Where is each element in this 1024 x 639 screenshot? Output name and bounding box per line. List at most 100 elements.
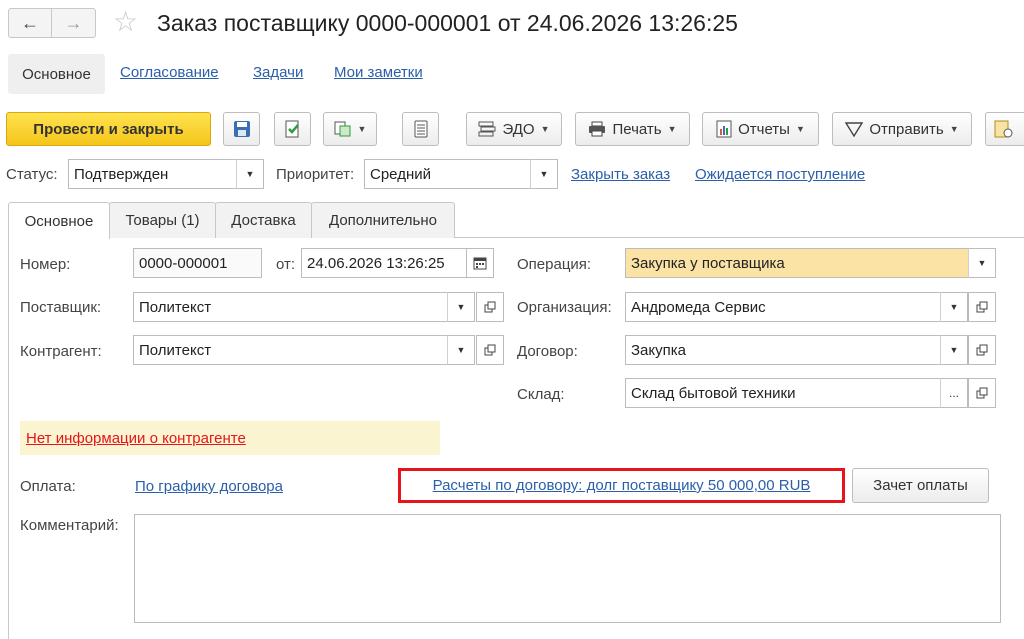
create-based-on-icon — [334, 121, 351, 137]
send-icon — [845, 122, 864, 137]
payment-schedule-link[interactable]: По графику договора — [135, 478, 283, 495]
priority-label: Приоритет: — [276, 166, 355, 183]
back-button[interactable]: ← — [8, 8, 52, 38]
tab-main[interactable]: Основное — [8, 202, 110, 239]
organization-open-button[interactable] — [968, 292, 996, 322]
organization-label: Организация: — [517, 299, 612, 316]
save-icon — [233, 121, 250, 137]
chevron-down-icon: ▼ — [949, 345, 959, 355]
priority-field[interactable]: Средний — [364, 159, 532, 189]
warehouse-field[interactable]: Склад бытовой техники — [625, 378, 942, 408]
chevron-down-icon: ▼ — [949, 124, 959, 134]
post-button[interactable] — [274, 112, 311, 146]
chevron-down-icon: ▼ — [977, 258, 987, 268]
forward-button[interactable]: → — [52, 8, 96, 38]
supplier-label: Поставщик: — [20, 299, 102, 316]
operation-dropdown-button[interactable]: ▼ — [968, 248, 996, 278]
tab-delivery[interactable]: Доставка — [215, 202, 312, 238]
settlements-link[interactable]: Расчеты по договору: долг поставщику 50 … — [433, 477, 811, 494]
ellipsis-icon: ... — [948, 386, 959, 400]
attachments-icon — [994, 120, 1013, 138]
supplier-field[interactable]: Политекст — [133, 292, 449, 322]
printer-icon — [589, 121, 606, 137]
tab-additional[interactable]: Дополнительно — [311, 202, 455, 238]
date-field[interactable]: 24.06.2026 13:26:25 — [301, 248, 467, 278]
warehouse-select-button[interactable]: ... — [940, 378, 968, 408]
chevron-down-icon: ▼ — [357, 124, 367, 134]
organization-dropdown-button[interactable]: ▼ — [940, 292, 968, 322]
counterparty-warning: Нет информации о контрагенте — [20, 421, 440, 455]
section-link-approval[interactable]: Согласование — [120, 64, 219, 81]
payment-offset-button[interactable]: Зачет оплаты — [852, 468, 989, 503]
print-button[interactable]: Печать ▼ — [575, 112, 690, 146]
edo-icon — [478, 121, 496, 137]
open-icon — [976, 387, 988, 399]
create-based-on-button[interactable]: ▼ — [323, 112, 377, 146]
status-dropdown-button[interactable]: ▼ — [236, 159, 264, 189]
contract-label: Договор: — [517, 343, 578, 360]
chevron-down-icon: ▼ — [245, 169, 255, 179]
comment-textarea[interactable] — [134, 514, 1001, 623]
number-label: Номер: — [20, 256, 71, 273]
payment-label: Оплата: — [20, 478, 76, 495]
no-counterparty-info-link[interactable]: Нет информации о контрагенте — [26, 430, 246, 447]
organization-field[interactable]: Андромеда Сервис — [625, 292, 942, 322]
comment-label: Комментарий: — [20, 517, 119, 534]
post-and-close-button[interactable]: Провести и закрыть — [6, 112, 211, 146]
settlements-highlight: Расчеты по договору: долг поставщику 50 … — [398, 468, 845, 503]
edo-button[interactable]: ЭДО ▼ — [466, 112, 562, 146]
save-button[interactable] — [223, 112, 260, 146]
open-icon — [484, 301, 496, 313]
counterparty-field[interactable]: Политекст — [133, 335, 449, 365]
open-icon — [484, 344, 496, 356]
print-label: Печать — [612, 120, 662, 138]
status-label: Статус: — [6, 166, 58, 183]
calendar-icon — [473, 257, 487, 270]
contract-open-button[interactable] — [968, 335, 996, 365]
awaiting-receipt-link[interactable]: Ожидается поступление — [695, 166, 865, 183]
priority-dropdown-button[interactable]: ▼ — [530, 159, 558, 189]
supplier-dropdown-button[interactable]: ▼ — [447, 292, 475, 322]
contract-field[interactable]: Закупка — [625, 335, 942, 365]
structure-button[interactable] — [402, 112, 439, 146]
status-field[interactable]: Подтвержден — [68, 159, 238, 189]
section-link-notes[interactable]: Мои заметки — [334, 64, 423, 81]
post-document-icon — [285, 120, 299, 138]
page-title: Заказ поставщику 0000-000001 от 24.06.20… — [157, 10, 738, 36]
open-icon — [976, 301, 988, 313]
send-button[interactable]: Отправить ▼ — [832, 112, 972, 146]
arrow-right-icon: → — [64, 12, 83, 33]
date-label: от: — [276, 256, 296, 273]
star-icon[interactable]: ☆ — [113, 6, 138, 38]
reports-icon — [716, 120, 732, 138]
contract-dropdown-button[interactable]: ▼ — [940, 335, 968, 365]
section-main[interactable]: Основное — [8, 54, 105, 94]
attachments-button[interactable] — [985, 112, 1024, 146]
chevron-down-icon: ▼ — [667, 124, 677, 134]
send-label: Отправить — [869, 120, 944, 138]
warehouse-open-button[interactable] — [968, 378, 996, 408]
document-list-icon — [414, 120, 427, 138]
arrow-left-icon: ← — [21, 12, 39, 33]
chevron-down-icon: ▼ — [540, 124, 550, 134]
counterparty-dropdown-button[interactable]: ▼ — [447, 335, 475, 365]
chevron-down-icon: ▼ — [456, 302, 466, 312]
chevron-down-icon: ▼ — [539, 169, 549, 179]
chevron-down-icon: ▼ — [949, 302, 959, 312]
operation-field[interactable]: Закупка у поставщика — [625, 248, 970, 278]
open-icon — [976, 344, 988, 356]
chevron-down-icon: ▼ — [456, 345, 466, 355]
supplier-open-button[interactable] — [476, 292, 504, 322]
tab-goods[interactable]: Товары (1) — [109, 202, 216, 238]
counterparty-label: Контрагент: — [20, 343, 102, 360]
chevron-down-icon: ▼ — [795, 124, 805, 134]
reports-label: Отчеты — [738, 120, 790, 138]
section-link-tasks[interactable]: Задачи — [253, 64, 303, 81]
edo-label: ЭДО — [502, 120, 535, 138]
calendar-button[interactable] — [466, 248, 494, 278]
operation-label: Операция: — [517, 256, 592, 273]
number-field[interactable]: 0000-000001 — [133, 248, 262, 278]
reports-button[interactable]: Отчеты ▼ — [702, 112, 819, 146]
close-order-link[interactable]: Закрыть заказ — [571, 166, 670, 183]
counterparty-open-button[interactable] — [476, 335, 504, 365]
